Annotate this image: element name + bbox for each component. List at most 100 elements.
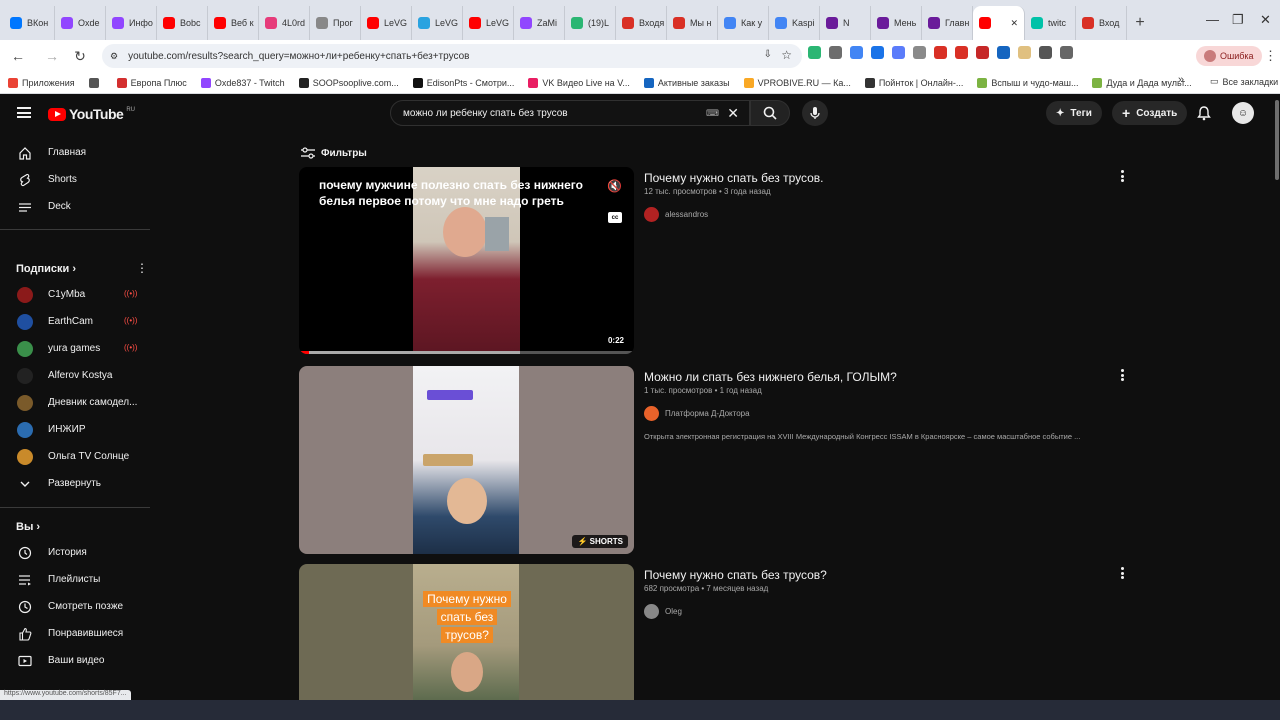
sidebar-item[interactable]: История [0,541,150,565]
browser-tab[interactable]: Kaspi [769,6,820,40]
sidebar-item[interactable]: Ваши видео [0,649,150,673]
more-actions-icon[interactable] [1117,566,1127,580]
sidebar-item[interactable]: C1yMba ((•)) [0,283,150,307]
video-title[interactable]: Почему нужно спать без трусов? [644,568,827,582]
scrollbar-thumb[interactable] [1275,100,1279,180]
sidebar-item[interactable]: Deck [0,195,150,219]
sidebar-item[interactable]: Дневник самодел... [0,391,150,415]
result-item[interactable]: ⚡ SHORTS Можно ли спать без нижнего бель… [299,366,1134,554]
browser-tab[interactable]: ВКон [4,6,55,40]
sidebar-item[interactable]: EarthCam ((•)) [0,310,150,334]
tags-button[interactable]: ✦ Теги [1046,101,1102,125]
bookmark-item[interactable]: VPROBIVE.RU — Ка... [743,77,851,88]
extension-icon[interactable] [1039,46,1052,59]
browser-tab[interactable]: Мы н [667,6,718,40]
browser-tab[interactable]: Oxde [55,6,106,40]
progress-bar[interactable] [299,351,634,354]
page-scrollbar[interactable] [1274,95,1280,700]
video-thumbnail[interactable]: почему мужчине полезно спать без нижнего… [299,167,634,354]
bookmark-item[interactable]: Приложения [8,77,75,88]
you-heading[interactable]: Вы › [16,521,40,533]
extension-icon[interactable] [997,46,1010,59]
sidebar-item[interactable]: yura games ((•)) [0,337,150,361]
sidebar-item[interactable]: Плейлисты [0,568,150,592]
video-title[interactable]: Можно ли спать без нижнего белья, ГОЛЫМ? [644,370,897,384]
more-actions-icon[interactable] [1117,368,1127,382]
extension-icon[interactable] [955,46,968,59]
bookmark-item[interactable]: Дуда и Дада мульт... [1092,77,1192,88]
browser-tab[interactable]: 4L0rd [259,6,310,40]
result-item[interactable]: почему мужчине полезно спать без нижнего… [299,167,1134,355]
sidebar-item[interactable]: Главная [0,141,150,165]
channel-link[interactable]: Платформа Д-Доктора [644,406,750,421]
extension-icon[interactable] [871,46,884,59]
extension-icon[interactable] [934,46,947,59]
notifications-bell-icon[interactable] [1196,105,1212,121]
close-tab-icon[interactable]: ✕ [1010,18,1018,29]
search-button[interactable] [750,100,790,126]
create-button[interactable]: + Создать [1112,101,1188,125]
youtube-logo[interactable]: YouTube RU [48,106,135,122]
browser-tab[interactable]: N [820,6,871,40]
sidebar-item[interactable]: Развернуть [0,472,150,496]
filters-button[interactable]: Фильтры [301,147,367,159]
bookmark-item[interactable]: Вспыш и чудо-маш... [977,77,1078,88]
browser-tab[interactable]: LeVG [412,6,463,40]
account-avatar[interactable]: ☺ [1232,102,1254,124]
bookmark-star-icon[interactable]: ☆ [781,48,792,62]
bookmark-item[interactable]: SOOPsooplive.com... [298,77,399,88]
browser-tab[interactable]: twitc [1025,6,1076,40]
sidebar-item[interactable]: Alferov Kostya [0,364,150,388]
extension-icon[interactable] [913,46,926,59]
sidebar-item[interactable]: ИНЖИР [0,418,150,442]
extension-icon[interactable] [976,46,989,59]
menu-icon[interactable] [17,107,31,118]
sidebar-item[interactable]: Shorts [0,168,150,192]
sidebar-item[interactable]: Смотреть позже [0,595,150,619]
clear-search-icon[interactable]: ✕ [727,105,739,122]
extension-icon[interactable] [829,46,842,59]
extension-icon[interactable] [1060,46,1073,59]
bookmark-item[interactable] [88,77,103,88]
new-tab-button[interactable]: + [1127,6,1153,40]
minimize-icon[interactable]: — [1206,12,1219,27]
channel-link[interactable]: Oleg [644,604,682,619]
bookmarks-overflow-icon[interactable]: » [1178,74,1184,86]
video-title[interactable]: Почему нужно спать без трусов. [644,171,824,185]
more-actions-icon[interactable] [1117,169,1127,183]
url-field[interactable]: ⚙ youtube.com/results?search_query=можно… [102,44,802,68]
browser-tab[interactable]: (19)L [565,6,616,40]
browser-tab[interactable]: Веб к [208,6,259,40]
all-bookmarks[interactable]: ▭ Все закладки [1210,76,1278,87]
mute-icon[interactable]: 🔇 [607,179,622,193]
maximize-icon[interactable]: ❐ [1232,12,1244,28]
subscriptions-heading[interactable]: Подписки › [16,263,76,275]
browser-tab[interactable]: Bobc [157,6,208,40]
reload-icon[interactable]: ↻ [68,44,92,68]
extension-icon[interactable] [808,46,821,59]
extension-icon[interactable] [892,46,905,59]
browser-tab[interactable]: Прог [310,6,361,40]
video-thumbnail[interactable]: ⚡ SHORTS [299,366,634,554]
browser-tab[interactable]: Инфо [106,6,157,40]
sidebar-item[interactable]: Понравившиеся [0,622,150,646]
video-thumbnail[interactable]: Почему нужно спать без трусов? [299,564,634,700]
install-icon[interactable]: ⇩ [764,49,772,60]
forward-icon[interactable]: → [40,44,64,68]
bookmark-item[interactable]: VK Видео Live на V... [528,77,630,88]
close-window-icon[interactable]: ✕ [1260,12,1271,28]
browser-tab[interactable]: Как у [718,6,769,40]
browser-tab[interactable]: ZaMi [514,6,565,40]
sidebar-item[interactable]: Ольга TV Солнце [0,445,150,469]
site-info-icon[interactable]: ⚙ [110,51,118,62]
browser-menu-icon[interactable]: ⋮ [1264,48,1277,64]
subscriptions-more-icon[interactable]: ⋮ [136,261,148,275]
bookmark-item[interactable]: Активные заказы [643,77,730,88]
browser-tab[interactable]: LeVG [463,6,514,40]
extension-icon[interactable] [850,46,863,59]
browser-tab[interactable]: ✕ [973,6,1025,40]
bookmark-item[interactable]: Oxde837 - Twitch [200,77,285,88]
extension-icon[interactable] [1018,46,1031,59]
browser-tab[interactable]: Входя [616,6,667,40]
cc-icon[interactable]: cc [608,212,622,223]
